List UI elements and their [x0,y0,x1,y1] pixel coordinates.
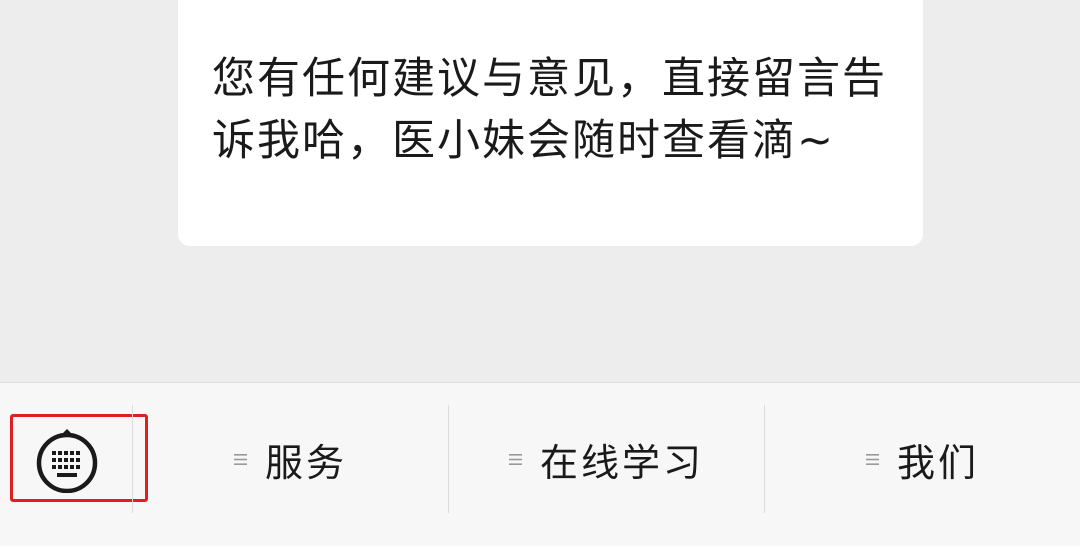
menu-lines-icon [865,453,879,465]
custom-menu-bar: 服务 在线学习 我们 [0,382,1080,546]
chat-area: 您有任何建议与意见，直接留言告诉我哈，医小妹会随时查看滴~ [0,0,1080,382]
menu-item-online-learning[interactable]: 在线学习 [449,383,764,535]
menu-item-about-us[interactable]: 我们 [765,383,1080,535]
menu-item-label: 在线学习 [539,440,704,485]
keyboard-toggle-button[interactable] [10,414,148,502]
menu-item-service[interactable]: 服务 [133,383,448,535]
message-bubble[interactable]: 您有任何建议与意见，直接留言告诉我哈，医小妹会随时查看滴~ [178,0,923,246]
message-text: 您有任何建议与意见，直接留言告诉我哈，医小妹会随时查看滴~ [212,54,887,166]
menu-item-label: 我们 [896,440,979,485]
keyboard-icon [36,429,98,493]
menu-item-label: 服务 [264,440,347,485]
menu-lines-icon [508,453,522,465]
menu-lines-icon [233,453,247,465]
